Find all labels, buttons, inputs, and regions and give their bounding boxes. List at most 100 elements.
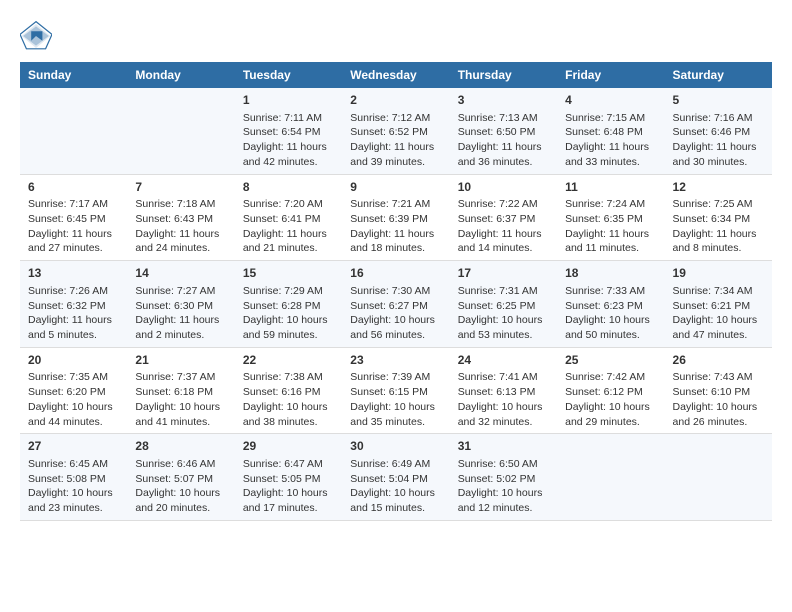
daylight-text: Daylight: 10 hours and 56 minutes. (350, 314, 435, 341)
sunrise-text: Sunrise: 7:38 AM (243, 371, 323, 383)
calendar-cell: 9 Sunrise: 7:21 AM Sunset: 6:39 PM Daylight… (342, 174, 449, 261)
calendar-cell: 25Sunrise: 7:42 AMSunset: 6:12 PMDayligh… (557, 347, 664, 434)
sunset-text: Sunset: 6:27 PM (350, 300, 428, 312)
day-number: 20 (28, 352, 119, 369)
day-number: 2 (350, 92, 441, 109)
sunset-text: Sunset: 6:43 PM (135, 213, 213, 225)
day-number: 28 (135, 438, 226, 455)
daylight-text: Daylight: 10 hours and 12 minutes. (458, 487, 543, 514)
sunrise-text: Sunrise: 7:31 AM (458, 285, 538, 297)
sunrise-text: Sunrise: 7:20 AM (243, 198, 323, 210)
day-number: 11 (565, 179, 656, 196)
weekday-header-friday: Friday (557, 62, 664, 88)
calendar-cell: 12Sunrise: 7:25 AMSunset: 6:34 PMDayligh… (665, 174, 772, 261)
calendar-cell: 2Sunrise: 7:12 AMSunset: 6:52 PMDaylight… (342, 88, 449, 174)
sunset-text: Sunset: 5:05 PM (243, 473, 321, 485)
day-number: 5 (673, 92, 764, 109)
sunrise-text: Sunrise: 7:25 AM (673, 198, 753, 210)
daylight-text: Daylight: 11 hours and 24 minutes. (135, 228, 219, 255)
day-number: 13 (28, 265, 119, 282)
calendar-cell: 23Sunrise: 7:39 AMSunset: 6:15 PMDayligh… (342, 347, 449, 434)
calendar-cell: 11Sunrise: 7:24 AMSunset: 6:35 PMDayligh… (557, 174, 664, 261)
daylight-text: Daylight: 11 hours and 39 minutes. (350, 141, 434, 168)
calendar-cell (665, 434, 772, 521)
sunrise-text: Sunrise: 7:21 AM (350, 198, 430, 210)
sunrise-text: Sunrise: 6:46 AM (135, 458, 215, 470)
sunrise-text: Sunrise: 7:24 AM (565, 198, 645, 210)
weekday-header-saturday: Saturday (665, 62, 772, 88)
daylight-text: Daylight: 10 hours and 20 minutes. (135, 487, 220, 514)
daylight-text: Daylight: 10 hours and 35 minutes. (350, 401, 435, 428)
day-number: 17 (458, 265, 549, 282)
weekday-header-wednesday: Wednesday (342, 62, 449, 88)
weekday-header-thursday: Thursday (450, 62, 557, 88)
sunset-text: Sunset: 5:08 PM (28, 473, 106, 485)
sunrise-text: Sunrise: 6:47 AM (243, 458, 323, 470)
day-number: 9 (350, 179, 441, 196)
sunrise-text: Sunrise: 7:41 AM (458, 371, 538, 383)
daylight-text: Daylight: 10 hours and 53 minutes. (458, 314, 543, 341)
day-number: 29 (243, 438, 334, 455)
day-number: 3 (458, 92, 549, 109)
sunset-text: Sunset: 6:13 PM (458, 386, 536, 398)
day-number: 31 (458, 438, 549, 455)
sunrise-text: Sunrise: 6:49 AM (350, 458, 430, 470)
day-number: 30 (350, 438, 441, 455)
daylight-text: Daylight: 10 hours and 26 minutes. (673, 401, 758, 428)
sunset-text: Sunset: 6:50 PM (458, 126, 536, 138)
day-number: 12 (673, 179, 764, 196)
sunrise-text: Sunrise: 7:35 AM (28, 371, 108, 383)
week-row-5: 27Sunrise: 6:45 AMSunset: 5:08 PMDayligh… (20, 434, 772, 521)
daylight-text: Daylight: 10 hours and 50 minutes. (565, 314, 650, 341)
day-number: 18 (565, 265, 656, 282)
calendar-cell: 3Sunrise: 7:13 AMSunset: 6:50 PMDaylight… (450, 88, 557, 174)
sunrise-text: Sunrise: 7:18 AM (135, 198, 215, 210)
daylight-text: Daylight: 10 hours and 15 minutes. (350, 487, 435, 514)
calendar-cell (557, 434, 664, 521)
week-row-4: 20Sunrise: 7:35 AMSunset: 6:20 PMDayligh… (20, 347, 772, 434)
sunset-text: Sunset: 5:02 PM (458, 473, 536, 485)
calendar-cell: 22Sunrise: 7:38 AMSunset: 6:16 PMDayligh… (235, 347, 342, 434)
daylight-text: Daylight: 10 hours and 17 minutes. (243, 487, 328, 514)
daylight-text: Daylight: 11 hours and 5 minutes. (28, 314, 112, 341)
day-number: 24 (458, 352, 549, 369)
day-number: 10 (458, 179, 549, 196)
daylight-text: Daylight: 11 hours and 42 minutes. (243, 141, 327, 168)
sunrise-text: Sunrise: 7:27 AM (135, 285, 215, 297)
daylight-text: Daylight: 10 hours and 44 minutes. (28, 401, 113, 428)
calendar-cell: 16Sunrise: 7:30 AMSunset: 6:27 PMDayligh… (342, 261, 449, 348)
sunset-text: Sunset: 6:16 PM (243, 386, 321, 398)
page-header (20, 20, 772, 52)
sunrise-text: Sunrise: 7:15 AM (565, 112, 645, 124)
daylight-text: Daylight: 10 hours and 23 minutes. (28, 487, 113, 514)
daylight-text: Daylight: 11 hours and 21 minutes. (243, 228, 327, 255)
calendar-cell: 20Sunrise: 7:35 AMSunset: 6:20 PMDayligh… (20, 347, 127, 434)
calendar-cell: 15Sunrise: 7:29 AMSunset: 6:28 PMDayligh… (235, 261, 342, 348)
day-number: 25 (565, 352, 656, 369)
calendar-cell: 30Sunrise: 6:49 AMSunset: 5:04 PMDayligh… (342, 434, 449, 521)
weekday-header-row: SundayMondayTuesdayWednesdayThursdayFrid… (20, 62, 772, 88)
week-row-2: 6Sunrise: 7:17 AMSunset: 6:45 PMDaylight… (20, 174, 772, 261)
day-number: 27 (28, 438, 119, 455)
sunset-text: Sunset: 6:48 PM (565, 126, 643, 138)
sunset-text: Sunset: 6:10 PM (673, 386, 751, 398)
day-number: 15 (243, 265, 334, 282)
day-number: 14 (135, 265, 226, 282)
daylight-text: Daylight: 11 hours and 36 minutes. (458, 141, 542, 168)
sunset-text: Sunset: 6:37 PM (458, 213, 536, 225)
calendar-cell: 26Sunrise: 7:43 AMSunset: 6:10 PMDayligh… (665, 347, 772, 434)
daylight-text: Daylight: 11 hours and 18 minutes. (350, 228, 434, 255)
sunset-text: Sunset: 6:35 PM (565, 213, 643, 225)
calendar-cell: 10Sunrise: 7:22 AMSunset: 6:37 PMDayligh… (450, 174, 557, 261)
sunrise-text: Sunrise: 7:42 AM (565, 371, 645, 383)
sunset-text: Sunset: 6:39 PM (350, 213, 428, 225)
day-number: 21 (135, 352, 226, 369)
sunrise-text: Sunrise: 7:39 AM (350, 371, 430, 383)
sunrise-text: Sunrise: 7:12 AM (350, 112, 430, 124)
day-number: 8 (243, 179, 334, 196)
sunset-text: Sunset: 6:21 PM (673, 300, 751, 312)
calendar-cell: 19Sunrise: 7:34 AMSunset: 6:21 PMDayligh… (665, 261, 772, 348)
logo (20, 20, 56, 52)
sunset-text: Sunset: 6:32 PM (28, 300, 106, 312)
day-number: 26 (673, 352, 764, 369)
